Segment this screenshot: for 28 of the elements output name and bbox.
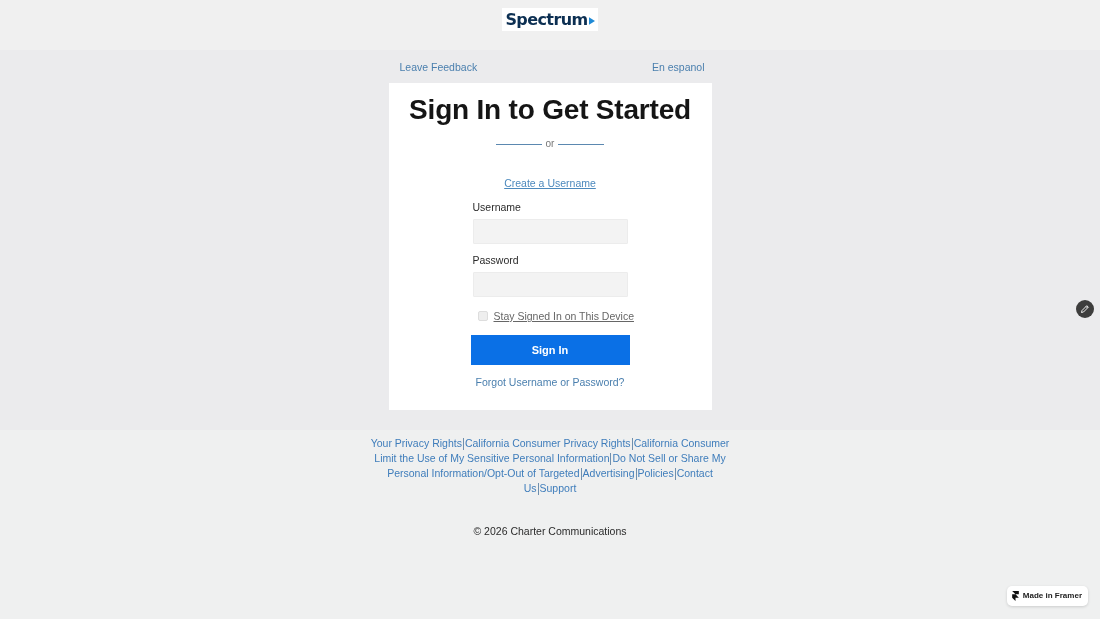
made-in-framer-badge[interactable]: Made in Framer bbox=[1006, 586, 1088, 606]
footer-link[interactable]: Do Not Sell or Share My bbox=[612, 451, 726, 466]
create-username-link[interactable]: Create a Username bbox=[504, 176, 596, 190]
footer-link[interactable]: Advertising bbox=[582, 466, 635, 481]
remember-checkbox[interactable] bbox=[477, 311, 488, 321]
logo-wordmark: Spectrum bbox=[505, 9, 588, 31]
footer-link[interactable]: Your Privacy Rights bbox=[370, 436, 462, 451]
field-label: Username bbox=[472, 200, 522, 214]
footer-link[interactable]: Us bbox=[523, 481, 537, 496]
leave-feedback-link[interactable]: Leave Feedback bbox=[399, 59, 478, 74]
remember-label[interactable]: Stay Signed In on This Device bbox=[493, 309, 634, 323]
forgot-credentials-link[interactable]: Forgot Username or Password? bbox=[475, 375, 625, 389]
sign-in-button[interactable]: Sign In bbox=[470, 335, 630, 365]
language-link[interactable]: En espanol bbox=[651, 59, 705, 74]
triangle-icon bbox=[588, 17, 595, 25]
page-title: Sign In to Get Started bbox=[409, 93, 691, 127]
footer-link[interactable]: Limit the Use of My Sensitive Personal Information bbox=[374, 451, 610, 466]
pencil-icon bbox=[1080, 304, 1090, 314]
divider-text: or bbox=[545, 137, 555, 151]
footer-link[interactable]: California Consumer bbox=[633, 436, 730, 451]
footer-link[interactable]: Support bbox=[539, 481, 577, 496]
copyright-text: © 2026 Charter Communications bbox=[473, 524, 627, 539]
framer-logo-icon bbox=[1011, 591, 1019, 601]
footer-link[interactable]: Personal Information/Opt-Out of Targeted bbox=[387, 466, 580, 481]
footer-link[interactable]: California Consumer Privacy Rights bbox=[464, 436, 631, 451]
footer-link[interactable]: Contact bbox=[676, 466, 713, 481]
footer-link[interactable]: Policies bbox=[637, 466, 674, 481]
field-label: Password bbox=[472, 253, 520, 267]
